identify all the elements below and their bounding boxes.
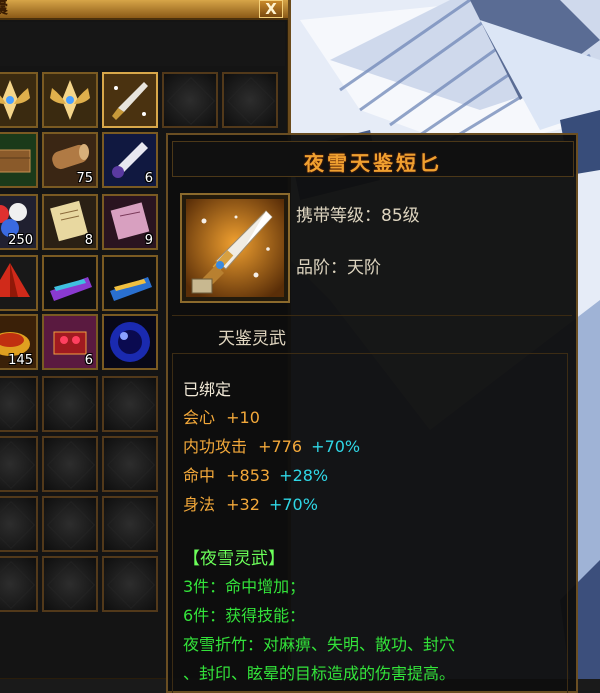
bag-slot[interactable]: 75	[42, 132, 98, 188]
item-icon-frame	[180, 193, 290, 303]
blue-orb-icon	[104, 316, 156, 368]
item-type: 天鉴灵武	[218, 329, 286, 349]
skill-description: 夜雪折竹：对麻痹、失明、散功、封穴	[183, 635, 456, 654]
bag-slot-empty[interactable]	[0, 376, 38, 432]
bag-titlebar[interactable]: 囊 X	[0, 0, 288, 20]
winged-relic-icon	[0, 74, 36, 126]
blue-banner-icon	[104, 257, 156, 309]
bag-slot-empty[interactable]	[0, 436, 38, 492]
bag-slot[interactable]	[0, 255, 38, 311]
bag-slot-empty[interactable]	[0, 496, 38, 552]
stat-row: 内功攻击 +776 +70%	[183, 433, 360, 457]
bag-slot[interactable]	[102, 255, 158, 311]
bag-slot-empty[interactable]	[102, 436, 158, 492]
set-name: 【夜雪灵武】	[183, 549, 285, 569]
stat-row: 命中 +853 +28%	[183, 462, 328, 486]
stat-name: 命中	[183, 466, 216, 485]
bag-slot[interactable]: 8	[42, 194, 98, 250]
bag-slot-empty[interactable]	[0, 556, 38, 612]
bag-slot-empty[interactable]	[102, 496, 158, 552]
dagger-icon	[186, 199, 284, 297]
stat-name: 身法	[183, 495, 216, 514]
bag-slot[interactable]: 145	[0, 314, 38, 370]
item-count: 250	[8, 233, 33, 248]
item-name-bar: 夜雪天鉴短匕	[172, 141, 574, 177]
bag-slot[interactable]: 6	[42, 314, 98, 370]
bag-slot-selected[interactable]	[102, 72, 158, 128]
item-grade: 品阶：天阶	[296, 258, 381, 278]
item-tooltip: 夜雪天鉴短匕 携带等级：85级 品阶：天阶 天鉴灵武 已绑定 会心 +10 内功…	[166, 133, 578, 693]
red-tent-icon	[0, 257, 36, 309]
bag-slot[interactable]	[42, 255, 98, 311]
stat-name: 内功攻击	[183, 437, 248, 456]
stat-bonus: +70%	[268, 495, 318, 514]
purple-banner-icon	[44, 257, 96, 309]
bag-slot-empty[interactable]	[102, 376, 158, 432]
stat-name: 会心	[183, 408, 216, 427]
bound-status: 已绑定	[183, 380, 232, 399]
stat-bonus: +28%	[279, 466, 329, 485]
skill-description-cont: 、封印、眩晕的目标造成的伤害提高。	[183, 664, 456, 683]
stat-value: +10	[226, 408, 260, 427]
item-details: 已绑定 会心 +10 内功攻击 +776 +70% 命中 +853 +28% 身…	[172, 353, 568, 693]
bag-slot-empty[interactable]	[42, 436, 98, 492]
bag-slot[interactable]: 6	[102, 132, 158, 188]
stat-value: +776	[258, 437, 303, 456]
bag-slot-empty[interactable]	[102, 556, 158, 612]
bag-slot-empty[interactable]	[162, 72, 218, 128]
stat-bonus: +70%	[311, 437, 361, 456]
item-name: 夜雪天鉴短匕	[304, 151, 442, 175]
set-bonus-3: 3件：命中增加；	[183, 577, 306, 596]
bag-slot[interactable]: 250	[0, 194, 38, 250]
bag-header-strip	[0, 22, 285, 66]
item-count: 6	[144, 171, 153, 186]
stat-row: 会心 +10	[183, 404, 260, 428]
bag-title: 囊	[0, 0, 20, 18]
bag-slot-empty[interactable]	[42, 376, 98, 432]
item-count: 9	[144, 233, 153, 248]
divider	[172, 315, 572, 316]
item-count: 8	[84, 233, 93, 248]
close-button[interactable]: X	[259, 0, 283, 18]
bag-slot-empty[interactable]	[42, 556, 98, 612]
stat-value: +32	[226, 495, 260, 514]
stat-row: 身法 +32 +70%	[183, 491, 318, 515]
wooden-box-icon	[0, 134, 36, 186]
bag-slot-empty[interactable]	[222, 72, 278, 128]
item-count: 75	[76, 171, 93, 186]
bag-slot[interactable]: 9	[102, 194, 158, 250]
bag-slot-empty[interactable]	[42, 496, 98, 552]
bag-slot[interactable]	[0, 132, 38, 188]
stat-value: +853	[226, 466, 271, 485]
dagger-icon	[104, 74, 156, 126]
item-count: 6	[84, 353, 93, 368]
set-bonus-6: 6件：获得技能：	[183, 606, 306, 625]
bag-slot[interactable]	[0, 72, 38, 128]
bag-slot[interactable]	[42, 72, 98, 128]
winged-relic-icon	[44, 74, 96, 126]
carry-level: 携带等级：85级	[296, 206, 420, 226]
item-count: 145	[8, 353, 33, 368]
bag-slot[interactable]	[102, 314, 158, 370]
